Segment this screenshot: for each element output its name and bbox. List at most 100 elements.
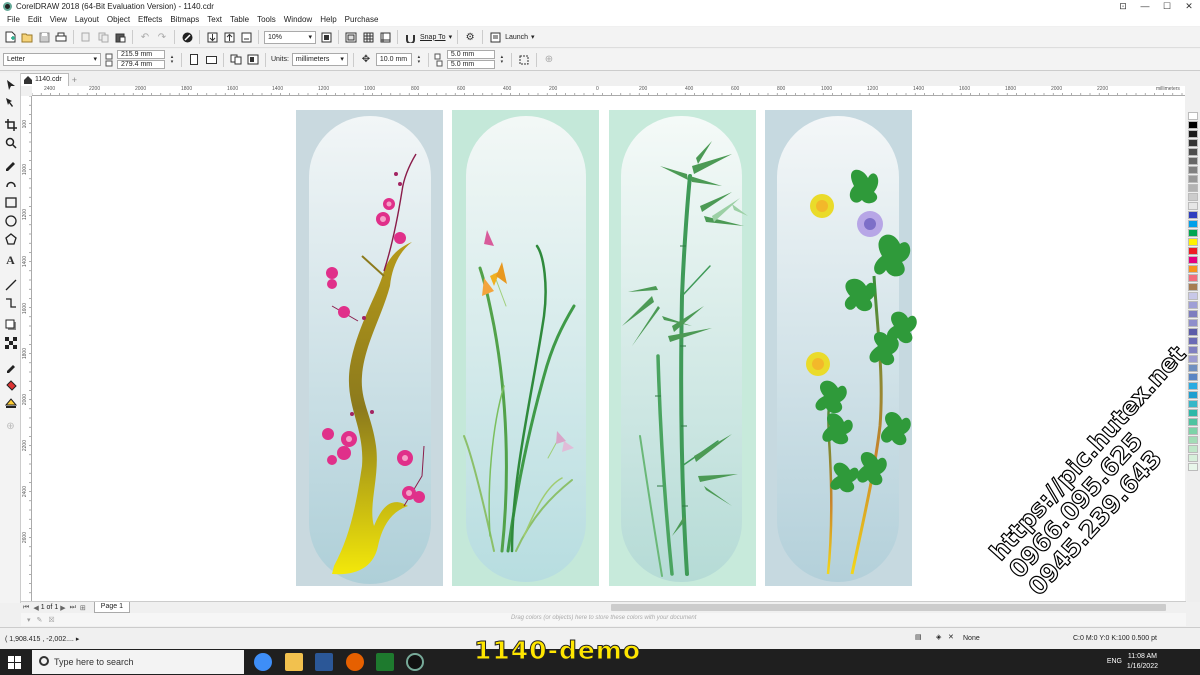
horizontal-ruler[interactable]: 2400 2200 2000 1800 1600 1400 1200 1000 …	[32, 86, 1185, 96]
add-tab-button[interactable]: +	[72, 74, 77, 86]
nudge-spinner-icon[interactable]: ▴ ▾	[415, 53, 423, 67]
palette-swatch[interactable]	[1188, 328, 1198, 336]
palette-swatch[interactable]	[1188, 283, 1198, 291]
rectangle-tool-icon[interactable]	[3, 195, 18, 210]
connector-tool-icon[interactable]	[3, 295, 18, 310]
palette-swatch[interactable]	[1188, 148, 1198, 156]
transparency-tool-icon[interactable]	[3, 335, 18, 350]
palette-swatch[interactable]	[1188, 238, 1198, 246]
prev-page-icon[interactable]: ◀	[31, 604, 40, 612]
coreldraw-task-icon[interactable]	[406, 653, 424, 671]
cut-icon[interactable]	[79, 30, 93, 44]
page-tab[interactable]: Page 1	[93, 602, 130, 613]
file-explorer-icon[interactable]	[285, 653, 303, 671]
chevron-down-icon[interactable]: ▾	[27, 616, 31, 624]
duplicate-x-field[interactable]: 5.0 mm	[446, 50, 495, 59]
zoom-level-dropdown[interactable]: 10% ▾	[264, 30, 316, 44]
palette-swatch[interactable]	[1188, 166, 1198, 174]
nudge-distance-field[interactable]: 10.0 mm	[375, 53, 412, 66]
duplicate-y-field[interactable]: 5.0 mm	[446, 60, 495, 69]
palette-swatch[interactable]	[1188, 454, 1198, 462]
palette-swatch[interactable]	[1188, 202, 1198, 210]
palette-swatch[interactable]	[1188, 121, 1198, 129]
palette-swatch[interactable]	[1188, 139, 1198, 147]
publish-pdf-icon[interactable]	[239, 30, 253, 44]
launch-icon[interactable]	[488, 30, 502, 44]
last-page-icon[interactable]: ⏭	[68, 604, 78, 612]
clock[interactable]: 11:08 AM 1/16/2022	[1127, 652, 1158, 672]
store-icon[interactable]	[315, 653, 333, 671]
copy-icon[interactable]	[96, 30, 110, 44]
polygon-tool-icon[interactable]	[3, 231, 18, 246]
smart-fill-icon[interactable]	[3, 395, 18, 410]
close-button[interactable]: ✕	[1178, 0, 1200, 13]
artistic-media-icon[interactable]	[3, 175, 18, 190]
ellipse-tool-icon[interactable]	[3, 213, 18, 228]
menu-bitmaps[interactable]: Bitmaps	[166, 13, 203, 26]
full-screen-preview-icon[interactable]	[344, 30, 358, 44]
current-page-icon[interactable]	[246, 53, 260, 67]
options-gear-icon[interactable]: ⚙	[463, 30, 477, 44]
menu-file[interactable]: File	[3, 13, 24, 26]
document-palette[interactable]: ▾ ✎ ☒ Drag colors (or objects) here to s…	[21, 613, 1186, 626]
palette-swatch[interactable]	[1188, 112, 1198, 120]
export-icon[interactable]	[222, 30, 236, 44]
interactive-fill-icon[interactable]	[3, 377, 18, 392]
add-tool-plus-icon[interactable]: ⊕	[3, 419, 18, 434]
units-dropdown[interactable]: millimeters ▾	[291, 53, 348, 66]
paste-icon[interactable]	[113, 30, 127, 44]
menu-help[interactable]: Help	[316, 13, 340, 26]
zoom-tool-icon[interactable]	[3, 135, 18, 150]
palette-swatch[interactable]	[1188, 157, 1198, 165]
text-tool-icon[interactable]: A	[3, 253, 18, 268]
palette-swatch[interactable]	[1188, 220, 1198, 228]
crop-tool-icon[interactable]	[3, 117, 18, 132]
input-language[interactable]: ENG	[1107, 658, 1122, 665]
fill-icon[interactable]: ◈	[936, 633, 941, 641]
edge-browser-icon[interactable]	[254, 653, 272, 671]
palette-swatch[interactable]	[1188, 247, 1198, 255]
palette-swatch[interactable]	[1188, 184, 1198, 192]
page-border-icon[interactable]	[517, 53, 531, 67]
zoom-page-icon[interactable]	[319, 30, 333, 44]
palette-swatch[interactable]	[1188, 463, 1198, 471]
calculator-icon[interactable]	[376, 653, 394, 671]
snap-to-label[interactable]: Snap To	[420, 34, 446, 41]
minimize-button[interactable]: —	[1134, 0, 1156, 13]
eyedropper-icon[interactable]: ✎	[37, 616, 43, 624]
open-folder-icon[interactable]	[20, 30, 34, 44]
menu-effects[interactable]: Effects	[134, 13, 166, 26]
menu-view[interactable]: View	[46, 13, 71, 26]
add-page-icon[interactable]: ⊞	[78, 604, 88, 612]
palette-swatch[interactable]	[1188, 346, 1198, 354]
parallel-dimension-icon[interactable]	[3, 277, 18, 292]
undo-icon[interactable]: ↶	[138, 30, 152, 44]
palette-swatch[interactable]	[1188, 130, 1198, 138]
add-page-plus-icon[interactable]: ⊕	[542, 53, 556, 67]
page-height-field[interactable]: 279.4 mm	[117, 60, 165, 69]
chevron-down-icon[interactable]: ▾	[449, 33, 453, 41]
menu-edit[interactable]: Edit	[24, 13, 46, 26]
menu-object[interactable]: Object	[103, 13, 134, 26]
drop-shadow-icon[interactable]	[3, 317, 18, 332]
print-icon[interactable]	[54, 30, 68, 44]
palette-swatch[interactable]	[1188, 211, 1198, 219]
palette-swatch[interactable]	[1188, 229, 1198, 237]
maximize-button[interactable]: ☐	[1156, 0, 1178, 13]
color-proof-icon[interactable]: ▤	[915, 633, 922, 641]
palette-swatch[interactable]	[1188, 445, 1198, 453]
page-width-field[interactable]: 215.9 mm	[117, 50, 165, 59]
taskbar-search-box[interactable]: Type here to search	[32, 650, 244, 674]
save-icon[interactable]	[37, 30, 51, 44]
menu-tools[interactable]: Tools	[253, 13, 280, 26]
palette-swatch[interactable]	[1188, 337, 1198, 345]
menu-purchase[interactable]: Purchase	[341, 13, 383, 26]
dimension-spinner-icon[interactable]: ▴ ▾	[168, 53, 176, 67]
palette-swatch[interactable]	[1188, 274, 1198, 282]
vertical-ruler[interactable]: 100 1000 1200 1400 1600 1800 2000 2200 2…	[21, 96, 32, 601]
redo-icon[interactable]: ↷	[155, 30, 169, 44]
import-icon[interactable]	[205, 30, 219, 44]
vertical-scrollbar[interactable]	[1185, 86, 1186, 601]
next-page-icon[interactable]: ▶	[58, 604, 67, 612]
portrait-icon[interactable]	[187, 53, 201, 67]
